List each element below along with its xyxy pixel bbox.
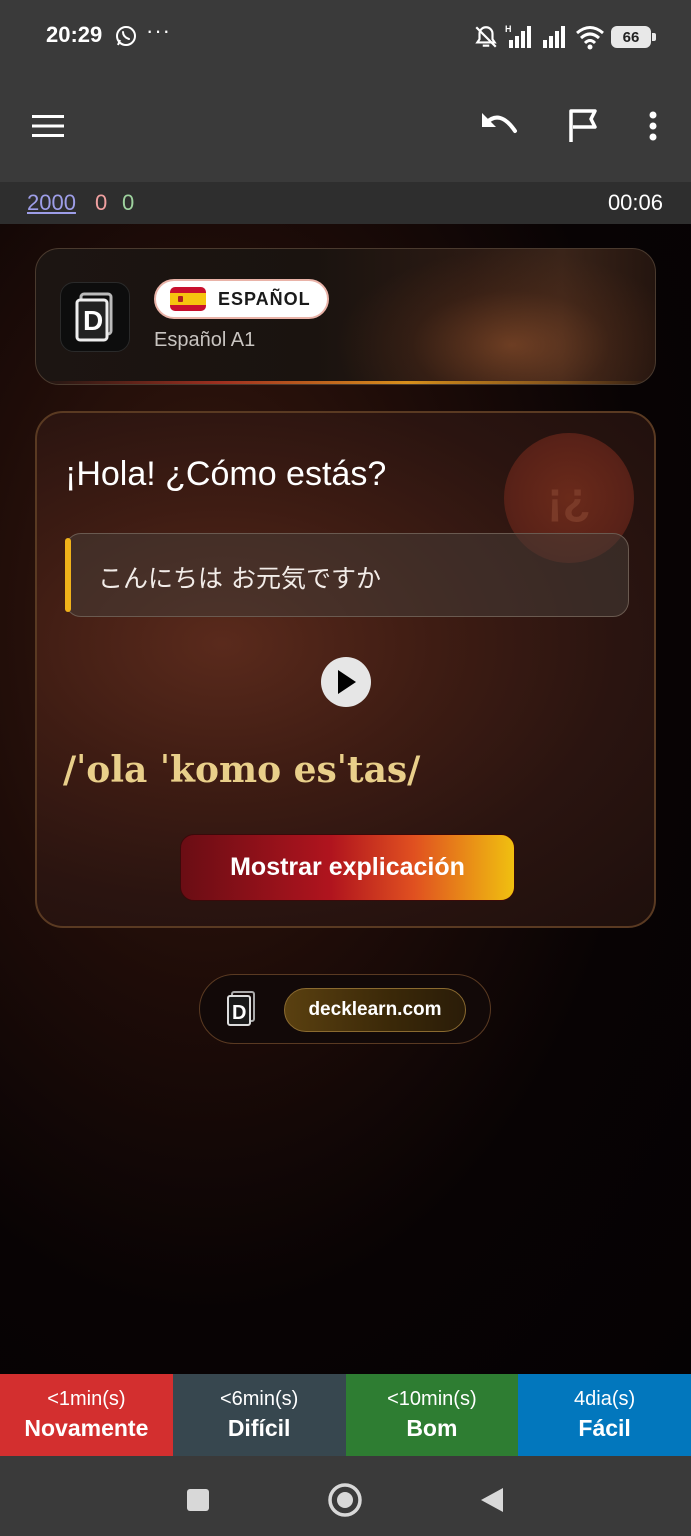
play-audio-button[interactable] xyxy=(321,657,371,707)
flag-button[interactable] xyxy=(558,100,610,152)
flag-icon xyxy=(569,109,597,142)
mute-icon xyxy=(475,26,497,48)
hard-button[interactable]: <6min(s) Difícil xyxy=(172,1374,346,1456)
answer-buttons: <1min(s) Novamente <6min(s) Difícil <10m… xyxy=(0,1374,691,1456)
hard-interval: <6min(s) xyxy=(219,1388,299,1410)
language-badge: ESPAÑOL xyxy=(154,279,329,319)
menu-button[interactable] xyxy=(22,100,74,152)
deck-name: Español A1 xyxy=(154,329,256,351)
home-icon xyxy=(328,1483,362,1517)
menu-icon xyxy=(32,115,64,137)
good-interval: <10min(s) xyxy=(387,1388,477,1410)
new-count[interactable]: 2000 xyxy=(27,190,76,216)
play-icon xyxy=(338,670,356,694)
status-icons: H 66 xyxy=(473,22,656,52)
translation-text: こんにちは お元気ですか xyxy=(98,564,381,593)
review-count: 0 xyxy=(122,190,135,215)
decklearn-logo-icon: D xyxy=(75,292,113,342)
back-icon xyxy=(481,1488,503,1512)
hard-label: Difícil xyxy=(227,1415,291,1441)
learn-count: 0 xyxy=(95,190,108,215)
system-nav-bar xyxy=(0,1456,691,1536)
signal-2-icon xyxy=(543,26,565,48)
show-explanation-button[interactable]: Mostrar explicación xyxy=(180,834,515,901)
translation-box: こんにちは お元気ですか xyxy=(65,533,629,617)
battery-icon: 66 xyxy=(611,26,656,48)
whatsapp-icon xyxy=(116,26,136,46)
undo-icon xyxy=(482,113,517,133)
city-background xyxy=(335,249,655,384)
again-button[interactable]: <1min(s) Novamente xyxy=(0,1374,173,1456)
svg-text:D: D xyxy=(83,305,103,336)
easy-interval: 4dia(s) xyxy=(574,1388,636,1410)
svg-text:D: D xyxy=(232,1002,246,1024)
good-label: Bom xyxy=(406,1415,458,1441)
decklearn-logo: D xyxy=(60,282,130,352)
status-time: 20:29 xyxy=(46,22,103,47)
more-vert-icon xyxy=(649,111,657,141)
recents-icon xyxy=(187,1489,209,1511)
easy-button[interactable]: 4dia(s) Fácil xyxy=(518,1374,691,1456)
easy-label: Fácil xyxy=(578,1415,631,1441)
again-interval: <1min(s) xyxy=(47,1388,126,1410)
language-label: ESPAÑOL xyxy=(218,288,311,309)
undo-button[interactable] xyxy=(474,100,526,152)
card-counts-bar: 2000 0 0 00:06 xyxy=(0,182,691,224)
svg-text:H: H xyxy=(505,24,512,34)
status-bar: 20:29 ··· H 66 xyxy=(0,0,691,72)
home-button[interactable] xyxy=(325,1480,365,1520)
back-button[interactable] xyxy=(472,1480,512,1520)
recents-button[interactable] xyxy=(178,1480,218,1520)
card-content: D ESPAÑOL Español A1 ¡¿ ¡Hola! ¿Cómo est… xyxy=(0,224,691,1374)
deck-header: D ESPAÑOL Español A1 xyxy=(35,248,656,385)
wifi-icon xyxy=(576,26,604,50)
site-badge: D decklearn.com xyxy=(199,974,491,1044)
good-button[interactable]: <10min(s) Bom xyxy=(345,1374,519,1456)
site-link[interactable]: decklearn.com xyxy=(284,988,466,1032)
toolbar xyxy=(0,72,691,182)
signal-icon: H xyxy=(505,24,531,48)
spain-flag-icon xyxy=(170,287,206,311)
card-question: ¡Hola! ¿Cómo estás? xyxy=(65,455,387,493)
more-options-button[interactable] xyxy=(627,100,679,152)
ipa-pronunciation: /ˈola ˈkomo esˈtas/ xyxy=(63,749,421,791)
decklearn-small-logo-icon: D xyxy=(227,991,255,1026)
again-label: Novamente xyxy=(24,1415,149,1441)
card-timer: 00:06 xyxy=(607,190,663,215)
more-notifications-icon: ··· xyxy=(146,18,171,43)
flash-card: ¡¿ ¡Hola! ¿Cómo estás? こんにちは お元気ですか /ˈol… xyxy=(35,411,656,928)
